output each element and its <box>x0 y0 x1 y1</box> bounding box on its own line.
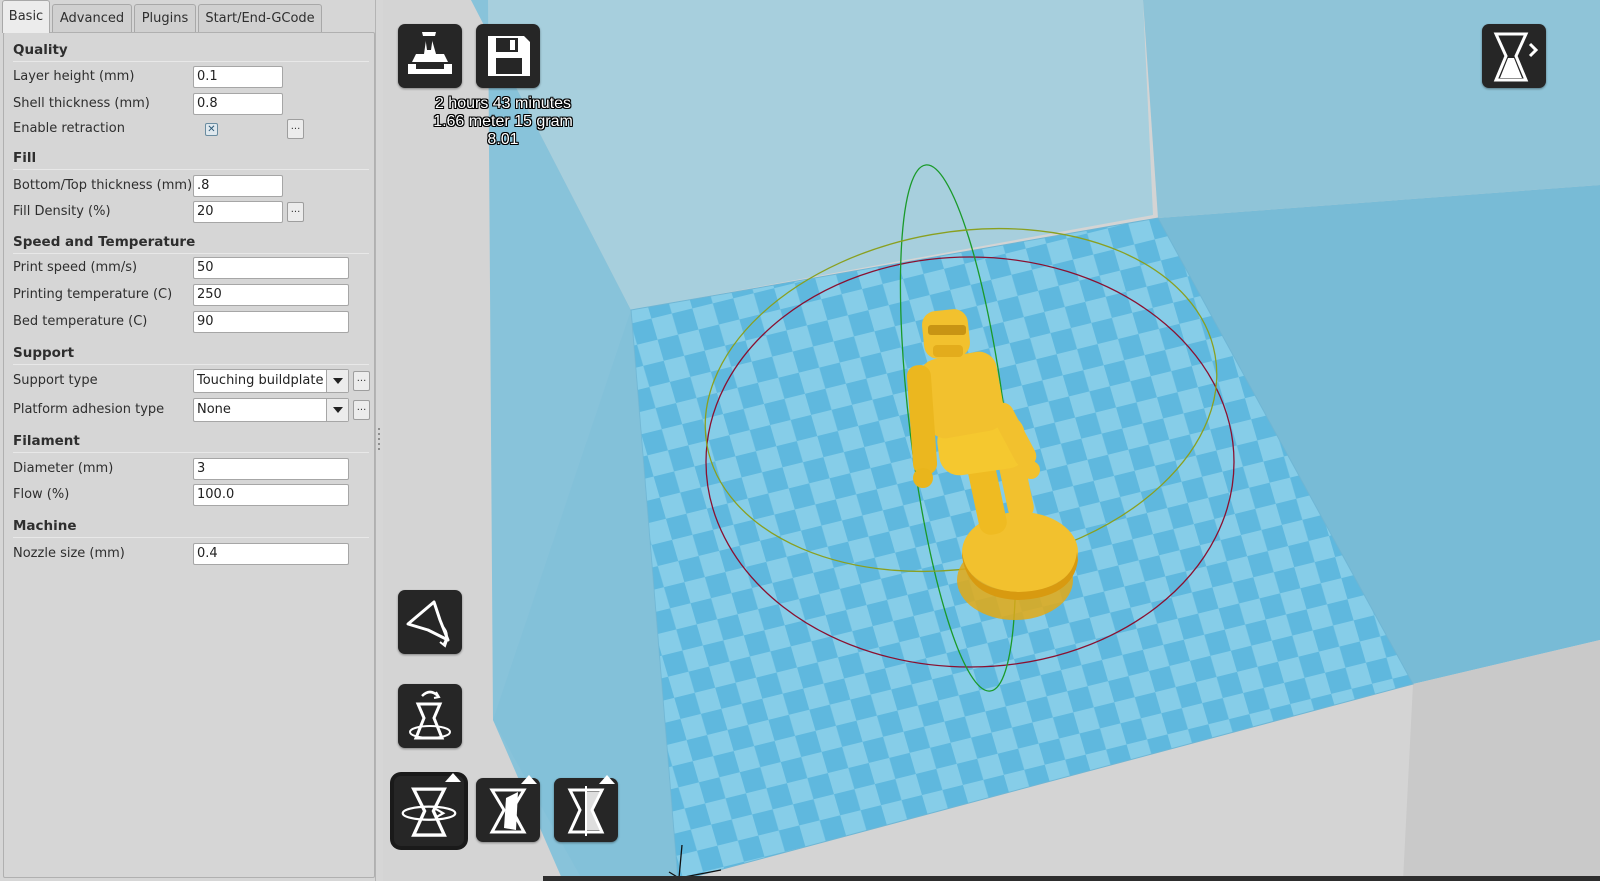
fill-density-label: Fill Density (%) <box>13 204 111 219</box>
print-material-text: 1.66 meter 15 gram <box>433 113 573 130</box>
view-mode-icon <box>1493 32 1539 82</box>
view-mode-button[interactable] <box>1482 24 1546 88</box>
section-fill-title: Fill <box>13 150 37 166</box>
flow-field[interactable]: 100.0 <box>193 484 349 506</box>
settings-panel: Basic Advanced Plugins Start/End-GCode Q… <box>0 0 376 881</box>
section-divider <box>13 452 369 453</box>
lay-flat-icon <box>409 690 451 740</box>
platform-adhesion-select[interactable]: None <box>193 398 349 422</box>
3d-viewport[interactable]: 2 hours 43 minutes 1.66 meter 15 gram 8.… <box>383 0 1600 881</box>
platform-adhesion-value: None <box>197 402 231 417</box>
printing-temperature-label: Printing temperature (C) <box>13 287 173 302</box>
diameter-label: Diameter (mm) <box>13 461 114 476</box>
fill-density-more-button[interactable]: ... <box>287 202 304 222</box>
layer-height-field[interactable]: 0.1 <box>193 66 283 88</box>
mirror-tool-button[interactable] <box>554 775 618 842</box>
section-divider <box>13 537 369 538</box>
nozzle-size-field[interactable]: 0.4 <box>193 543 349 565</box>
panel-splitter-handle[interactable] <box>377 427 381 451</box>
section-machine-title: Machine <box>13 518 77 534</box>
settings-tabbar: Basic Advanced Plugins Start/End-GCode <box>0 0 376 33</box>
flow-label: Flow (%) <box>13 487 70 502</box>
load-model-button[interactable] <box>398 24 462 88</box>
diameter-field[interactable]: 3 <box>193 458 349 480</box>
scale-tool-icon <box>489 788 527 834</box>
save-gcode-icon <box>488 36 530 76</box>
bottom-top-thickness-label: Bottom/Top thickness (mm) <box>13 178 193 193</box>
section-divider <box>13 61 369 62</box>
support-type-select[interactable]: Touching buildplate <box>193 369 349 393</box>
save-gcode-button[interactable] <box>476 24 540 88</box>
chevron-down-icon[interactable] <box>326 399 348 421</box>
enable-retraction-label: Enable retraction <box>13 121 125 136</box>
chevron-down-icon[interactable] <box>326 370 348 392</box>
lay-flat-button[interactable] <box>398 684 462 748</box>
load-model-icon <box>408 32 452 74</box>
print-estimate: 2 hours 43 minutes 1.66 meter 15 gram 8.… <box>423 95 583 149</box>
printing-temperature-field[interactable]: 250 <box>193 284 349 306</box>
retraction-more-button[interactable]: ... <box>287 119 304 139</box>
enable-retraction-checkbox[interactable]: ✕ <box>205 123 218 136</box>
support-type-more-button[interactable]: ... <box>353 371 370 391</box>
tab-advanced[interactable]: Advanced <box>52 4 132 32</box>
platform-adhesion-more-button[interactable]: ... <box>353 400 370 420</box>
section-quality-title: Quality <box>13 42 68 58</box>
reset-rotation-button[interactable] <box>394 773 464 846</box>
print-cost-text: 8.01 <box>487 131 519 148</box>
shell-thickness-label: Shell thickness (mm) <box>13 96 150 111</box>
mirror-tool-icon <box>567 786 605 836</box>
tab-basic[interactable]: Basic <box>2 0 50 33</box>
support-type-value: Touching buildplate <box>197 373 324 388</box>
section-speed-temperature-title: Speed and Temperature <box>13 234 196 250</box>
shell-thickness-field[interactable]: 0.8 <box>193 93 283 115</box>
basic-settings-page <box>3 32 375 878</box>
bottom-edge-bar <box>543 876 1600 881</box>
tab-start-end-gcode[interactable]: Start/End-GCode <box>198 4 322 32</box>
print-time-text: 2 hours 43 minutes <box>434 95 572 112</box>
reset-rotation-icon <box>401 787 457 837</box>
section-filament-title: Filament <box>13 433 80 449</box>
fill-density-field[interactable]: 20 <box>193 201 283 223</box>
tab-plugins[interactable]: Plugins <box>134 4 196 32</box>
rotate-tool-icon <box>406 600 450 648</box>
print-speed-label: Print speed (mm/s) <box>13 260 138 275</box>
nozzle-size-label: Nozzle size (mm) <box>13 546 125 561</box>
support-type-label: Support type <box>13 373 98 388</box>
rotate-tool-button[interactable] <box>398 590 462 654</box>
section-divider <box>13 169 369 170</box>
platform-adhesion-label: Platform adhesion type <box>13 402 165 417</box>
section-support-title: Support <box>13 345 75 361</box>
print-speed-field[interactable]: 50 <box>193 257 349 279</box>
layer-height-label: Layer height (mm) <box>13 69 135 84</box>
bed-temperature-label: Bed temperature (C) <box>13 314 148 329</box>
scale-tool-button[interactable] <box>476 775 540 842</box>
section-divider <box>13 253 369 254</box>
section-divider <box>13 364 369 365</box>
bottom-top-thickness-field[interactable]: .8 <box>193 175 283 197</box>
bed-temperature-field[interactable]: 90 <box>193 311 349 333</box>
